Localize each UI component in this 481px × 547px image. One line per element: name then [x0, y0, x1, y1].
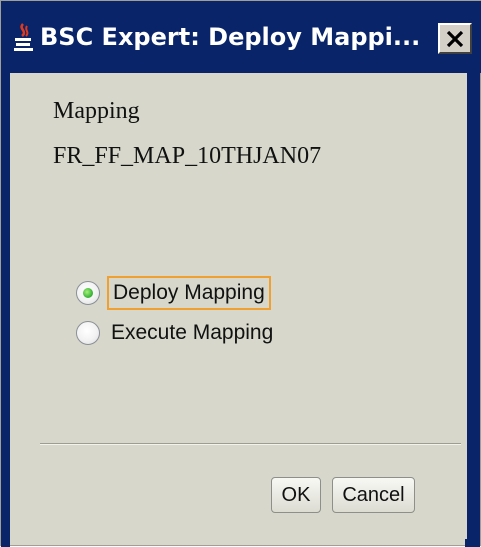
- radio-selected-dot: [83, 288, 93, 298]
- close-button[interactable]: [438, 23, 472, 54]
- execute-mapping-label[interactable]: Execute Mapping: [107, 318, 277, 348]
- deploy-mapping-radio[interactable]: [76, 281, 100, 305]
- deploy-mapping-label[interactable]: Deploy Mapping: [107, 276, 271, 310]
- deploy-mapping-option[interactable]: Deploy Mapping: [76, 276, 271, 310]
- close-icon: [446, 30, 464, 47]
- window-frame-left: [1, 1, 10, 547]
- java-cup-icon: [12, 23, 36, 53]
- mapping-heading: Mapping: [53, 98, 140, 124]
- deploy-mapping-dialog: BSC Expert: Deploy Mappi... Mapping FR_F…: [0, 0, 481, 547]
- title-bar[interactable]: BSC Expert: Deploy Mappi...: [1, 1, 481, 73]
- ok-button[interactable]: OK: [271, 477, 321, 513]
- separator: [40, 443, 461, 445]
- window-frame-right: [465, 1, 480, 547]
- cancel-button[interactable]: Cancel: [332, 477, 415, 513]
- dialog-body: Mapping FR_FF_MAP_10THJAN07 Deploy Mappi…: [10, 73, 467, 539]
- execute-mapping-option[interactable]: Execute Mapping: [76, 316, 277, 350]
- window-title: BSC Expert: Deploy Mappi...: [40, 23, 421, 51]
- execute-mapping-radio[interactable]: [76, 321, 100, 345]
- mapping-name: FR_FF_MAP_10THJAN07: [53, 143, 322, 169]
